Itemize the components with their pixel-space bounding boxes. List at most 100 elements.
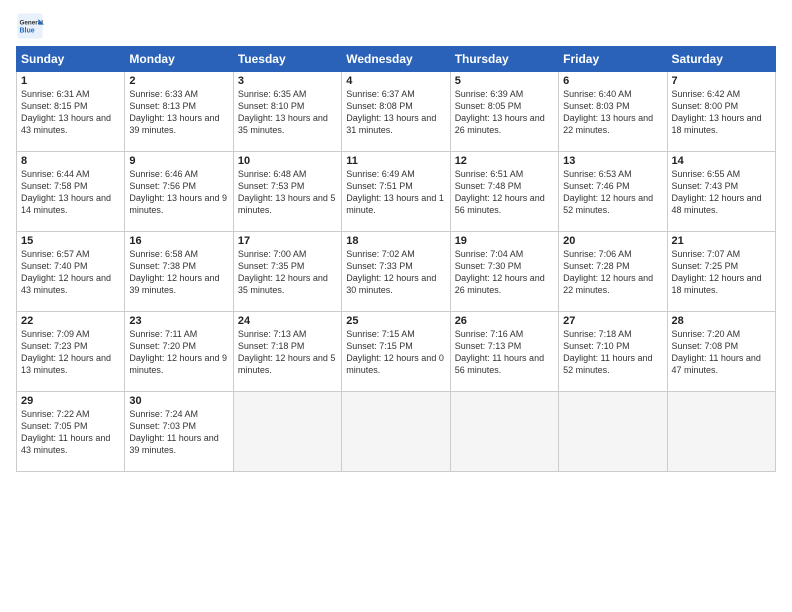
calendar-cell: 14 Sunrise: 6:55 AMSunset: 7:43 PMDaylig…	[667, 152, 775, 232]
day-number: 26	[455, 315, 554, 327]
day-header-wednesday: Wednesday	[342, 47, 450, 72]
day-number: 28	[672, 315, 771, 327]
day-info: Sunrise: 7:09 AMSunset: 7:23 PMDaylight:…	[21, 329, 111, 375]
day-info: Sunrise: 6:46 AMSunset: 7:56 PMDaylight:…	[129, 169, 227, 215]
day-info: Sunrise: 6:49 AMSunset: 7:51 PMDaylight:…	[346, 169, 444, 215]
day-number: 20	[563, 235, 662, 247]
day-number: 30	[129, 395, 228, 407]
calendar-cell: 13 Sunrise: 6:53 AMSunset: 7:46 PMDaylig…	[559, 152, 667, 232]
day-info: Sunrise: 7:22 AMSunset: 7:05 PMDaylight:…	[21, 409, 110, 455]
calendar-cell: 8 Sunrise: 6:44 AMSunset: 7:58 PMDayligh…	[17, 152, 125, 232]
day-number: 5	[455, 75, 554, 87]
calendar-cell: 26 Sunrise: 7:16 AMSunset: 7:13 PMDaylig…	[450, 312, 558, 392]
calendar-cell: 16 Sunrise: 6:58 AMSunset: 7:38 PMDaylig…	[125, 232, 233, 312]
day-number: 11	[346, 155, 445, 167]
day-number: 23	[129, 315, 228, 327]
calendar-cell: 19 Sunrise: 7:04 AMSunset: 7:30 PMDaylig…	[450, 232, 558, 312]
week-row-2: 8 Sunrise: 6:44 AMSunset: 7:58 PMDayligh…	[17, 152, 776, 232]
day-info: Sunrise: 6:31 AMSunset: 8:15 PMDaylight:…	[21, 89, 111, 135]
day-number: 25	[346, 315, 445, 327]
day-number: 12	[455, 155, 554, 167]
day-number: 27	[563, 315, 662, 327]
day-number: 8	[21, 155, 120, 167]
calendar-cell: 4 Sunrise: 6:37 AMSunset: 8:08 PMDayligh…	[342, 72, 450, 152]
calendar-cell	[342, 392, 450, 472]
day-info: Sunrise: 6:40 AMSunset: 8:03 PMDaylight:…	[563, 89, 653, 135]
calendar-cell: 17 Sunrise: 7:00 AMSunset: 7:35 PMDaylig…	[233, 232, 341, 312]
calendar-cell	[450, 392, 558, 472]
day-number: 24	[238, 315, 337, 327]
day-info: Sunrise: 6:39 AMSunset: 8:05 PMDaylight:…	[455, 89, 545, 135]
day-info: Sunrise: 7:04 AMSunset: 7:30 PMDaylight:…	[455, 249, 545, 295]
calendar-cell: 5 Sunrise: 6:39 AMSunset: 8:05 PMDayligh…	[450, 72, 558, 152]
calendar-cell: 9 Sunrise: 6:46 AMSunset: 7:56 PMDayligh…	[125, 152, 233, 232]
calendar-cell: 28 Sunrise: 7:20 AMSunset: 7:08 PMDaylig…	[667, 312, 775, 392]
calendar-cell: 11 Sunrise: 6:49 AMSunset: 7:51 PMDaylig…	[342, 152, 450, 232]
day-info: Sunrise: 6:57 AMSunset: 7:40 PMDaylight:…	[21, 249, 111, 295]
calendar-cell: 2 Sunrise: 6:33 AMSunset: 8:13 PMDayligh…	[125, 72, 233, 152]
week-row-5: 29 Sunrise: 7:22 AMSunset: 7:05 PMDaylig…	[17, 392, 776, 472]
calendar-table: SundayMondayTuesdayWednesdayThursdayFrid…	[16, 46, 776, 472]
header-row-days: SundayMondayTuesdayWednesdayThursdayFrid…	[17, 47, 776, 72]
calendar-cell	[233, 392, 341, 472]
day-info: Sunrise: 6:42 AMSunset: 8:00 PMDaylight:…	[672, 89, 762, 135]
day-info: Sunrise: 6:51 AMSunset: 7:48 PMDaylight:…	[455, 169, 545, 215]
calendar-cell: 6 Sunrise: 6:40 AMSunset: 8:03 PMDayligh…	[559, 72, 667, 152]
week-row-1: 1 Sunrise: 6:31 AMSunset: 8:15 PMDayligh…	[17, 72, 776, 152]
day-number: 10	[238, 155, 337, 167]
day-number: 2	[129, 75, 228, 87]
calendar-cell: 21 Sunrise: 7:07 AMSunset: 7:25 PMDaylig…	[667, 232, 775, 312]
calendar-cell: 30 Sunrise: 7:24 AMSunset: 7:03 PMDaylig…	[125, 392, 233, 472]
week-row-3: 15 Sunrise: 6:57 AMSunset: 7:40 PMDaylig…	[17, 232, 776, 312]
calendar-cell: 3 Sunrise: 6:35 AMSunset: 8:10 PMDayligh…	[233, 72, 341, 152]
calendar-cell: 18 Sunrise: 7:02 AMSunset: 7:33 PMDaylig…	[342, 232, 450, 312]
day-header-tuesday: Tuesday	[233, 47, 341, 72]
day-info: Sunrise: 7:15 AMSunset: 7:15 PMDaylight:…	[346, 329, 444, 375]
day-number: 29	[21, 395, 120, 407]
day-header-sunday: Sunday	[17, 47, 125, 72]
calendar-cell: 23 Sunrise: 7:11 AMSunset: 7:20 PMDaylig…	[125, 312, 233, 392]
calendar-cell: 1 Sunrise: 6:31 AMSunset: 8:15 PMDayligh…	[17, 72, 125, 152]
calendar-cell: 10 Sunrise: 6:48 AMSunset: 7:53 PMDaylig…	[233, 152, 341, 232]
calendar-cell: 15 Sunrise: 6:57 AMSunset: 7:40 PMDaylig…	[17, 232, 125, 312]
day-number: 4	[346, 75, 445, 87]
day-number: 18	[346, 235, 445, 247]
day-info: Sunrise: 7:16 AMSunset: 7:13 PMDaylight:…	[455, 329, 544, 375]
svg-text:Blue: Blue	[20, 27, 35, 34]
day-number: 6	[563, 75, 662, 87]
day-number: 1	[21, 75, 120, 87]
day-number: 3	[238, 75, 337, 87]
day-info: Sunrise: 6:44 AMSunset: 7:58 PMDaylight:…	[21, 169, 111, 215]
day-info: Sunrise: 7:18 AMSunset: 7:10 PMDaylight:…	[563, 329, 652, 375]
day-number: 13	[563, 155, 662, 167]
day-info: Sunrise: 6:37 AMSunset: 8:08 PMDaylight:…	[346, 89, 436, 135]
logo: General Blue	[16, 12, 46, 40]
day-number: 7	[672, 75, 771, 87]
week-row-4: 22 Sunrise: 7:09 AMSunset: 7:23 PMDaylig…	[17, 312, 776, 392]
calendar-cell: 24 Sunrise: 7:13 AMSunset: 7:18 PMDaylig…	[233, 312, 341, 392]
day-info: Sunrise: 7:20 AMSunset: 7:08 PMDaylight:…	[672, 329, 761, 375]
day-header-monday: Monday	[125, 47, 233, 72]
day-number: 9	[129, 155, 228, 167]
calendar-cell: 12 Sunrise: 6:51 AMSunset: 7:48 PMDaylig…	[450, 152, 558, 232]
logo-icon: General Blue	[16, 12, 44, 40]
day-info: Sunrise: 6:55 AMSunset: 7:43 PMDaylight:…	[672, 169, 762, 215]
day-number: 16	[129, 235, 228, 247]
day-header-saturday: Saturday	[667, 47, 775, 72]
calendar-cell: 29 Sunrise: 7:22 AMSunset: 7:05 PMDaylig…	[17, 392, 125, 472]
calendar-cell: 20 Sunrise: 7:06 AMSunset: 7:28 PMDaylig…	[559, 232, 667, 312]
day-info: Sunrise: 7:11 AMSunset: 7:20 PMDaylight:…	[129, 329, 227, 375]
day-number: 17	[238, 235, 337, 247]
day-info: Sunrise: 6:33 AMSunset: 8:13 PMDaylight:…	[129, 89, 219, 135]
calendar-cell: 7 Sunrise: 6:42 AMSunset: 8:00 PMDayligh…	[667, 72, 775, 152]
day-info: Sunrise: 7:07 AMSunset: 7:25 PMDaylight:…	[672, 249, 762, 295]
day-info: Sunrise: 7:06 AMSunset: 7:28 PMDaylight:…	[563, 249, 653, 295]
calendar-cell: 22 Sunrise: 7:09 AMSunset: 7:23 PMDaylig…	[17, 312, 125, 392]
day-number: 22	[21, 315, 120, 327]
day-info: Sunrise: 6:58 AMSunset: 7:38 PMDaylight:…	[129, 249, 219, 295]
day-info: Sunrise: 7:00 AMSunset: 7:35 PMDaylight:…	[238, 249, 328, 295]
day-number: 15	[21, 235, 120, 247]
header-row: General Blue	[16, 12, 776, 40]
calendar-cell	[667, 392, 775, 472]
day-info: Sunrise: 6:35 AMSunset: 8:10 PMDaylight:…	[238, 89, 328, 135]
